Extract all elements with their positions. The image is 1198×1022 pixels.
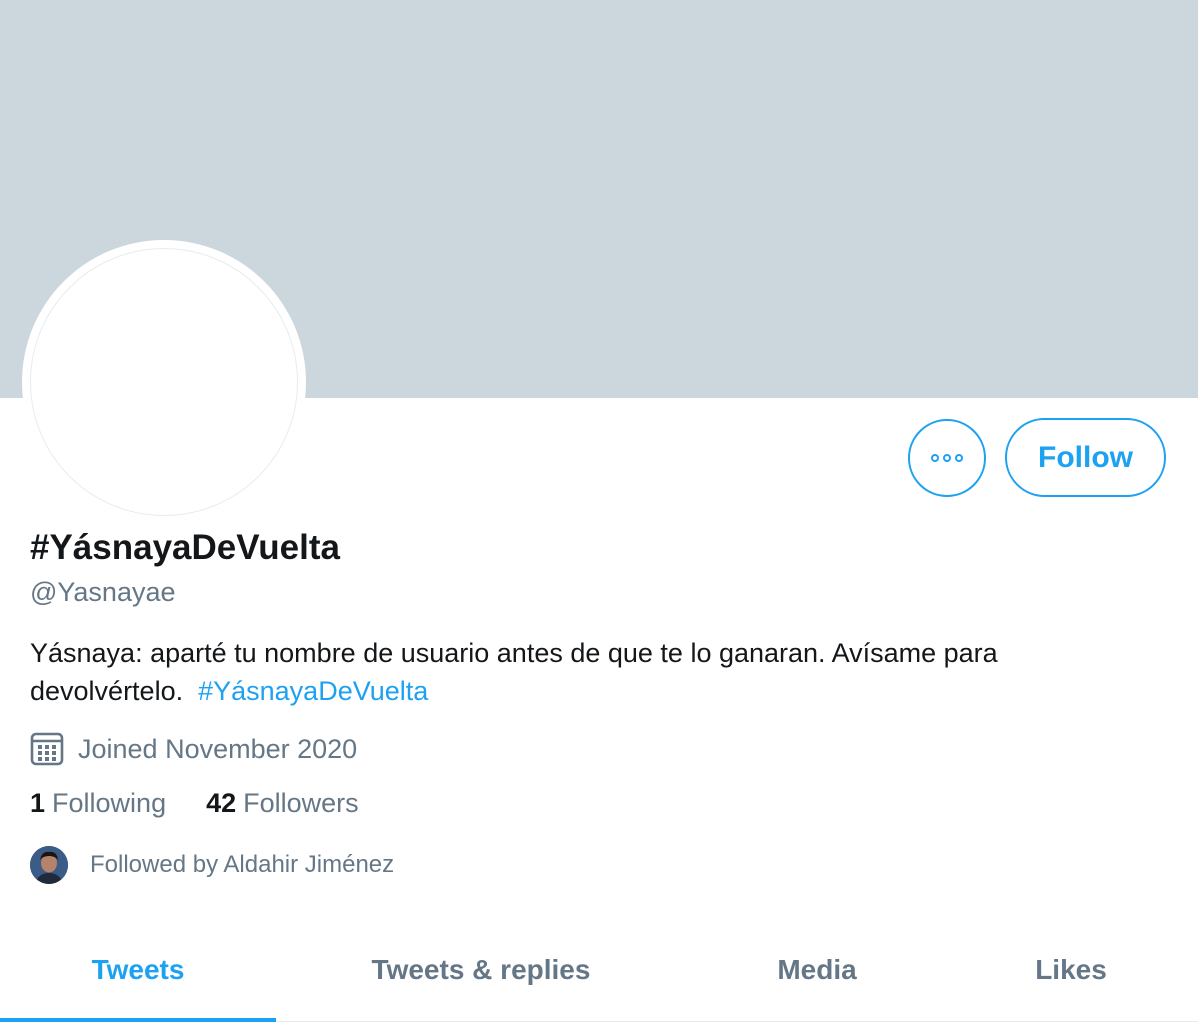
tab-tweets-and-replies[interactable]: Tweets & replies <box>330 920 632 1020</box>
profile-bio: Yásnaya: aparté tu nombre de usuario ant… <box>30 634 1150 710</box>
followed-by-text: Followed by Aldahir Jiménez <box>90 851 395 878</box>
avatar-placeholder <box>30 248 298 516</box>
more-horizontal-icon <box>931 454 939 462</box>
followers-count: 42 <box>206 788 237 818</box>
following-count: 1 <box>30 788 46 818</box>
active-tab-indicator <box>0 1018 276 1022</box>
bio-text: Yásnaya: aparté tu nombre de usuario ant… <box>30 638 998 706</box>
followers-link[interactable]: 42 Followers <box>206 788 359 819</box>
following-label: Following <box>52 788 167 818</box>
more-horizontal-icon <box>955 454 963 462</box>
follow-button[interactable]: Follow <box>1005 418 1166 497</box>
profile-avatar[interactable] <box>22 240 306 524</box>
following-link[interactable]: 1 Following <box>30 788 166 819</box>
follower-avatar[interactable] <box>30 846 68 884</box>
followed-by-row[interactable]: Followed by Aldahir Jiménez <box>30 846 394 884</box>
profile-handle: @Yasnayae <box>30 577 176 607</box>
tab-media[interactable]: Media <box>740 920 894 1020</box>
follower-avatar-image <box>30 846 68 884</box>
more-options-button[interactable] <box>908 419 986 497</box>
profile-page: Follow #YásnayaDeVuelta @Yasnayae Yásnay… <box>0 0 1198 1022</box>
bio-hashtag-link[interactable]: #YásnayaDeVuelta <box>198 676 428 706</box>
profile-stats: 1 Following 42 Followers <box>30 788 359 819</box>
profile-tabs: Tweets Tweets & replies Media Likes <box>0 920 1198 1022</box>
more-horizontal-icon <box>943 454 951 462</box>
followers-label: Followers <box>243 788 359 818</box>
joined-date: Joined November 2020 <box>30 729 357 769</box>
calendar-icon <box>30 732 64 766</box>
tab-likes[interactable]: Likes <box>1010 920 1132 1020</box>
tab-tweets[interactable]: Tweets <box>0 920 276 1020</box>
profile-display-name: #YásnayaDeVuelta <box>30 528 340 567</box>
joined-text: Joined November 2020 <box>78 733 358 764</box>
